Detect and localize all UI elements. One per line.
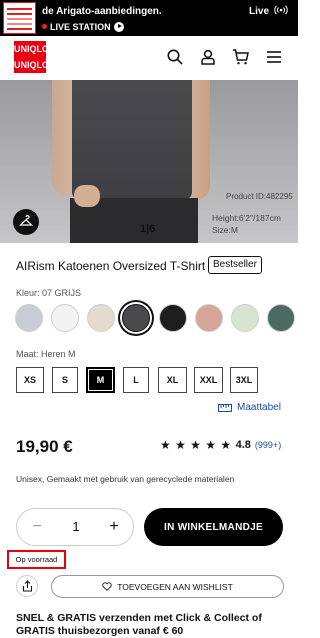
site-header: UNI QLO UNI QLO (0, 37, 298, 77)
product-title: AIRism Katoenen Oversized T-Shirt (16, 259, 206, 273)
cart-icon[interactable] (232, 48, 250, 66)
ruler-icon (218, 403, 232, 412)
rating-score: 4.8 (235, 439, 251, 451)
live-station-label: LIVE STATION (50, 21, 111, 32)
review-count-link[interactable]: (999+) (255, 440, 281, 450)
product-price: 19,90 € (16, 437, 73, 456)
live-station-badge[interactable]: LIVE STATION (42, 20, 124, 33)
size-button-l[interactable]: L (123, 367, 149, 393)
size-button-xs[interactable]: XS (16, 367, 44, 393)
wishlist-label: TOEVOEGEN AAN WISHLIST (117, 581, 233, 592)
quantity-stepper: − 1 + (16, 508, 134, 546)
size-button-m[interactable]: M (86, 367, 115, 393)
quantity-increase-button[interactable]: + (104, 517, 124, 537)
product-description: Unisex, Gemaakt met gebruik van gerecycl… (16, 474, 235, 484)
model-hand (74, 185, 100, 207)
model-height: Height:6'2"/187cm (212, 213, 281, 223)
uniqlo-logo[interactable]: UNI QLO UNI QLO (14, 41, 49, 73)
hanger-icon (19, 215, 33, 226)
color-swatch[interactable] (87, 304, 115, 332)
stock-status: Op voorraad (7, 550, 66, 569)
bestseller-badge: Bestseller (208, 256, 262, 274)
color-swatch[interactable] (231, 304, 259, 332)
add-to-cart-button[interactable]: IN WINKELMANDJE (144, 508, 283, 546)
size-label: Maat: Heren M (16, 349, 76, 359)
size-button-s[interactable]: S (52, 367, 78, 393)
size-guide-link[interactable]: Maattabel (218, 402, 281, 413)
quantity-decrease-button[interactable]: − (27, 517, 47, 537)
size-guide-label: Maattabel (237, 402, 281, 413)
hanger-button[interactable] (13, 209, 39, 235)
product-photo-shirt (72, 80, 192, 200)
shipping-info: SNEL & GRATIS verzenden met Click & Coll… (16, 612, 262, 638)
color-swatch[interactable] (195, 304, 223, 332)
play-icon[interactable] (113, 21, 124, 32)
broadcast-icon (274, 5, 288, 15)
user-icon[interactable] (199, 48, 217, 66)
size-button-xl[interactable]: XL (158, 367, 187, 393)
size-button-xxl[interactable]: XXL (194, 367, 223, 393)
menu-icon[interactable] (265, 48, 283, 66)
product-image-carousel[interactable]: 1|6 Product ID:482295 Height:6'2"/187cm … (0, 80, 298, 243)
color-swatch[interactable] (159, 304, 187, 332)
add-to-wishlist-button[interactable]: TOEVOEGEN AAN WISHLIST (51, 575, 284, 598)
live-banner[interactable]: de Arigato-aanbiedingen. Live LIVE STATI… (0, 0, 298, 36)
color-swatch[interactable] (267, 304, 295, 332)
live-dot-icon (42, 24, 47, 29)
search-icon[interactable] (166, 48, 184, 66)
share-icon (22, 580, 33, 592)
model-size: Size:M (212, 225, 238, 235)
logo-text: UNI (14, 44, 30, 54)
color-swatch[interactable] (51, 304, 79, 332)
color-swatch[interactable] (15, 304, 43, 332)
color-label: Kleur: 07 GRIJS (16, 288, 82, 298)
color-swatch[interactable] (122, 304, 150, 332)
shipping-line: SNEL & GRATIS verzenden met Click & Coll… (16, 612, 262, 624)
logo-text: QLO (29, 60, 50, 70)
product-id: Product ID:482295 (226, 192, 293, 201)
rating-summary[interactable]: ★ ★ ★ ★ ★ 4.8 (999+) (160, 438, 281, 452)
quantity-value[interactable]: 1 (66, 519, 86, 534)
image-pager: 1|6 (140, 223, 156, 235)
banner-live-label: Live (249, 6, 270, 17)
heart-icon (102, 582, 112, 591)
logo-text: UNI (14, 60, 30, 70)
logo-text: QLO (29, 44, 50, 54)
banner-headline: de Arigato-aanbiedingen. (42, 6, 162, 17)
live-promo-thumbnail[interactable] (3, 2, 36, 34)
size-button-3xl[interactable]: 3XL (230, 367, 258, 393)
star-rating-icon: ★ ★ ★ ★ ★ (160, 438, 232, 452)
share-button[interactable] (16, 575, 38, 597)
shipping-line: GRATIS thuisbezorgen vanaf € 60 (16, 625, 184, 637)
